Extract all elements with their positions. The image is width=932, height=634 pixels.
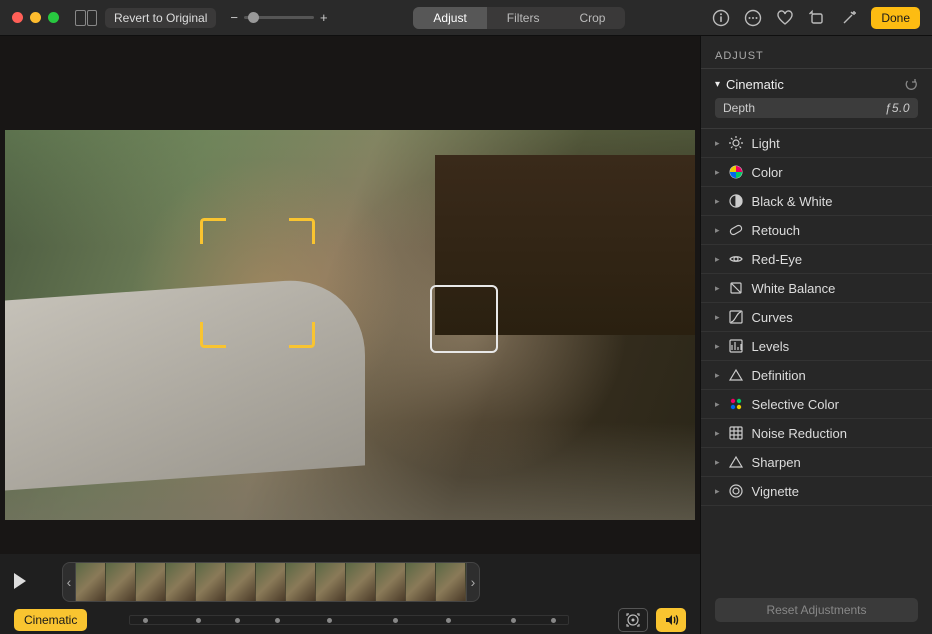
audio-toggle[interactable] xyxy=(656,608,686,632)
chevron-right-icon: ▸ xyxy=(715,254,720,265)
eye-icon xyxy=(728,251,744,267)
chevron-right-icon: ▸ xyxy=(715,457,720,468)
triangle-icon xyxy=(728,367,744,383)
tab-crop[interactable]: Crop xyxy=(559,7,625,29)
tab-filters[interactable]: Filters xyxy=(487,7,560,29)
adjustment-label: Color xyxy=(752,165,783,180)
cinematic-mode-pill[interactable]: Cinematic xyxy=(14,609,87,631)
play-button[interactable] xyxy=(14,573,32,591)
preview-canvas[interactable] xyxy=(0,36,700,554)
chevron-right-icon: ▸ xyxy=(715,486,720,497)
focus-track[interactable] xyxy=(129,615,569,625)
done-button[interactable]: Done xyxy=(871,7,920,29)
adjustment-color[interactable]: ▸ Color xyxy=(701,158,932,187)
trim-handle-right[interactable]: › xyxy=(466,562,480,602)
compare-view-toggle[interactable] xyxy=(75,10,97,26)
thermometer-icon xyxy=(728,280,744,296)
adjustment-label: Vignette xyxy=(752,484,799,499)
color-wheel-icon xyxy=(728,164,744,180)
adjustment-label: White Balance xyxy=(752,281,836,296)
adjustment-black-white[interactable]: ▸ Black & White xyxy=(701,187,932,216)
triangle-icon xyxy=(728,454,744,470)
fullscreen-button[interactable] xyxy=(48,12,59,23)
minimize-window-button[interactable] xyxy=(30,12,41,23)
more-icon[interactable] xyxy=(743,8,763,28)
levels-icon xyxy=(728,338,744,354)
adjustment-light[interactable]: ▸ Light xyxy=(701,129,932,158)
adjustment-vignette[interactable]: ▸ Vignette xyxy=(701,477,932,506)
auto-enhance-icon[interactable] xyxy=(839,8,859,28)
tab-adjust[interactable]: Adjust xyxy=(413,7,486,29)
adjustment-curves[interactable]: ▸ Curves xyxy=(701,303,932,332)
reset-adjustments-button[interactable]: Reset Adjustments xyxy=(715,598,918,622)
zoom-out-icon: − xyxy=(230,10,238,25)
depth-label: Depth xyxy=(723,101,755,115)
adjustment-label: Definition xyxy=(752,368,806,383)
chevron-right-icon: ▸ xyxy=(715,283,720,294)
close-window-button[interactable] xyxy=(12,12,23,23)
adjustment-noise-reduction[interactable]: ▸ Noise Reduction xyxy=(701,419,932,448)
adjustment-label: Sharpen xyxy=(752,455,801,470)
half-circle-icon xyxy=(728,193,744,209)
chevron-right-icon: ▸ xyxy=(715,341,720,352)
trim-handle-left[interactable]: ‹ xyxy=(62,562,76,602)
zoom-slider[interactable]: − + xyxy=(230,10,327,25)
adjustment-sharpen[interactable]: ▸ Sharpen xyxy=(701,448,932,477)
sidebar-heading: ADJUST xyxy=(701,46,932,69)
revert-to-original-button[interactable]: Revert to Original xyxy=(105,8,216,28)
adjustment-label: Noise Reduction xyxy=(752,426,847,441)
sun-icon xyxy=(728,135,744,151)
depth-slider[interactable]: Depth ƒ5.0 xyxy=(715,98,918,118)
chevron-right-icon: ▸ xyxy=(715,196,720,207)
adjustment-label: Black & White xyxy=(752,194,833,209)
chevron-down-icon[interactable]: ▾ xyxy=(715,79,720,90)
reset-cinematic-icon[interactable] xyxy=(904,78,918,92)
vignette-icon xyxy=(728,483,744,499)
chevron-right-icon: ▸ xyxy=(715,167,720,178)
adjustment-red-eye[interactable]: ▸ Red-Eye xyxy=(701,245,932,274)
chevron-right-icon: ▸ xyxy=(715,428,720,439)
focus-point-toggle[interactable] xyxy=(618,608,648,632)
timeline: ‹ › Cinematic xyxy=(0,554,700,634)
rotate-icon[interactable] xyxy=(807,8,827,28)
adjustment-label: Retouch xyxy=(752,223,800,238)
chevron-right-icon: ▸ xyxy=(715,370,720,381)
info-icon[interactable] xyxy=(711,8,731,28)
cinematic-section: ▾ Cinematic Depth ƒ5.0 xyxy=(701,69,932,129)
palette-icon xyxy=(728,396,744,412)
adjustment-definition[interactable]: ▸ Definition xyxy=(701,361,932,390)
photo-preview xyxy=(5,130,695,520)
adjustment-label: Light xyxy=(752,136,780,151)
traffic-lights xyxy=(12,12,59,23)
zoom-in-icon: + xyxy=(320,10,328,25)
adjustment-label: Red-Eye xyxy=(752,252,803,267)
edit-mode-segmented: Adjust Filters Crop xyxy=(413,7,625,29)
depth-value: ƒ5.0 xyxy=(885,101,910,115)
adjust-sidebar: ADJUST ▾ Cinematic Depth ƒ5.0 ▸ Light▸ C… xyxy=(700,36,932,634)
focus-box-primary[interactable] xyxy=(200,218,315,348)
title-bar: Revert to Original − + Adjust Filters Cr… xyxy=(0,0,932,36)
adjustment-selective-color[interactable]: ▸ Selective Color xyxy=(701,390,932,419)
adjustment-label: Levels xyxy=(752,339,790,354)
bandage-icon xyxy=(728,222,744,238)
adjustment-label: Selective Color xyxy=(752,397,839,412)
chevron-right-icon: ▸ xyxy=(715,225,720,236)
cinematic-label: Cinematic xyxy=(726,77,784,92)
adjustments-list: ▸ Light▸ Color▸ Black & White▸ Retouch▸ … xyxy=(701,129,932,586)
grid-icon xyxy=(728,425,744,441)
filmstrip[interactable]: ‹ › xyxy=(62,562,480,602)
favorite-heart-icon[interactable] xyxy=(775,8,795,28)
adjustment-retouch[interactable]: ▸ Retouch xyxy=(701,216,932,245)
chevron-right-icon: ▸ xyxy=(715,399,720,410)
curves-icon xyxy=(728,309,744,325)
adjustment-white-balance[interactable]: ▸ White Balance xyxy=(701,274,932,303)
chevron-right-icon: ▸ xyxy=(715,138,720,149)
adjustment-levels[interactable]: ▸ Levels xyxy=(701,332,932,361)
adjustment-label: Curves xyxy=(752,310,793,325)
focus-box-secondary[interactable] xyxy=(430,285,498,353)
chevron-right-icon: ▸ xyxy=(715,312,720,323)
